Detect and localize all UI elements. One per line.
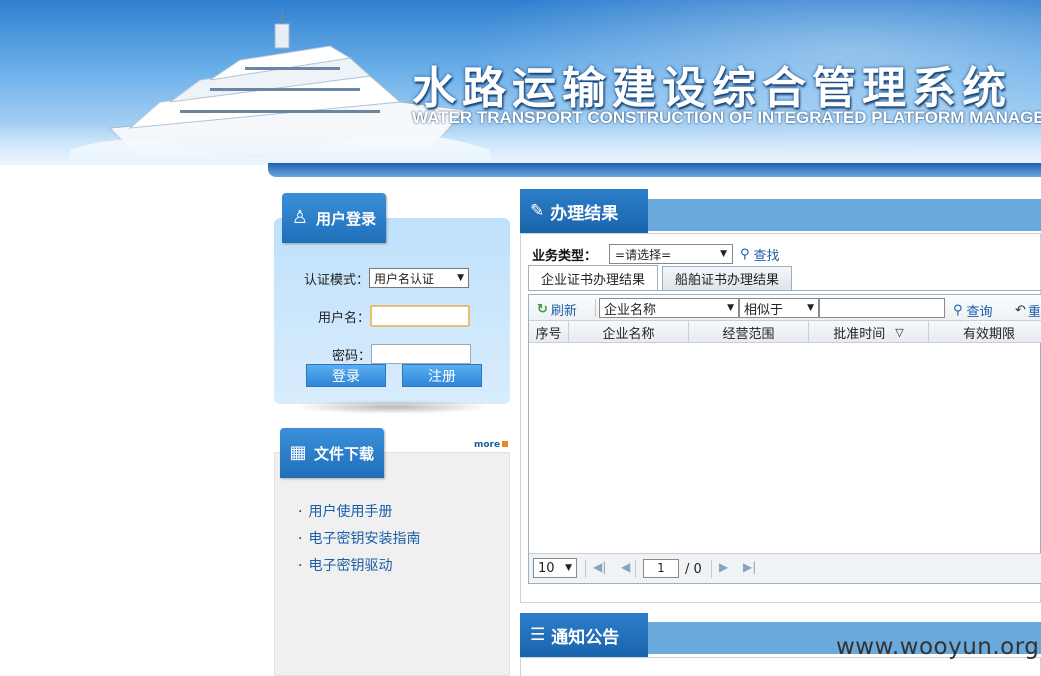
find-button-label: 查找 [753,249,780,264]
bullet: · [298,558,303,574]
login-button[interactable]: 登录 [306,364,386,387]
chevron-down-icon: ▼ [720,249,728,259]
approval-time-label: 批准时间 [833,326,886,342]
business-type-select[interactable]: =请选择= ▼ [609,244,734,264]
result-tabs: 企业证书办理结果 船舶证书办理结果 [528,265,796,291]
chevron-down-icon: ▼ [727,303,734,313]
user-icon: ♙ [291,207,309,228]
refresh-button[interactable]: ↻ 刷新 [537,300,577,319]
auth-mode-value: 用户名认证 [374,271,435,286]
clipboard-icon: ☰ [530,625,546,645]
chevron-down-icon: ▼ [565,563,572,573]
search-icon: ⚲ [953,303,963,318]
stamp-icon: ✎ [530,201,545,221]
search-field-value: 企业名称 [604,302,657,318]
login-heading-text: 用户登录 [316,209,377,228]
download-item-label: 用户使用手册 [308,504,393,520]
find-button[interactable]: ⚲ 查找 [740,245,780,264]
header-banner: 水路运输建设综合管理系统 WATER TRANSPORT CONSTRUCTIO… [0,0,1041,165]
business-type-row: 业务类型： =请选择= ▼ [532,244,734,264]
query-button[interactable]: ⚲ 查询 [953,301,993,320]
undo-icon: ↶ [1015,303,1026,318]
search-field-select[interactable]: 企业名称 ▼ [599,298,739,318]
login-panel-shadow [292,400,492,414]
password-row: 密码： [332,344,472,364]
operator-select[interactable]: 相似于 ▼ [739,298,819,318]
page-size-value: 10 [538,560,555,576]
column-header-scope[interactable]: 经营范围 [689,321,809,343]
arrow-icon [502,441,509,447]
chevron-down-icon: ▼ [807,303,814,313]
grid-header-row: 序号 企业名称 经营范围 批准时间 ▽ 有效期限 [529,321,1041,343]
results-heading-bar [648,199,1041,231]
page-size-select[interactable]: 10 ▼ [533,558,577,578]
auth-mode-row: 认证模式： 用户名认证 ▼ [304,268,470,288]
business-type-label: 业务类型： [532,248,598,264]
download-item-label: 电子密钥安装指南 [308,531,421,547]
tab-ship-certificates[interactable]: 船舶证书办理结果 [662,266,793,290]
column-header-index[interactable]: 序号 [529,321,569,343]
tab-underline [528,290,1041,291]
bullet: · [298,531,303,547]
username-input[interactable] [370,305,471,327]
last-page-icon[interactable]: ▶| [743,560,756,574]
reset-button[interactable]: ↶ 重 [1015,301,1041,320]
bullet: · [298,504,303,520]
business-type-value: =请选择= [615,247,672,262]
more-link[interactable]: more [474,440,509,450]
query-button-label: 查询 [966,305,993,320]
login-heading: ♙ 用户登录 [282,193,386,243]
page-number-input[interactable]: 1 [643,559,679,578]
download-item[interactable]: · 电子密钥驱动 [298,555,392,575]
results-grid: ↻ 刷新 企业名称 ▼ 相似于 ▼ ⚲ 查询 ↶ 重 序号 企业名称 经营范围 … [528,294,1041,584]
column-header-approval-time[interactable]: 批准时间 ▽ [809,321,929,343]
password-label: 密码： [332,348,372,364]
reset-button-label: 重 [1027,305,1041,320]
auth-mode-label: 认证模式： [304,272,370,288]
grid-pager: 10 ▼ ◀| ◀ 1 / 0 ▶ ▶| [529,553,1041,583]
column-header-validity[interactable]: 有效期限 [929,321,1041,343]
downloads-heading-text: 文件下载 [314,444,375,463]
banner-stripe [268,163,1041,177]
auth-mode-select[interactable]: 用户名认证 ▼ [369,268,470,288]
keyword-input[interactable] [819,298,945,318]
downloads-heading: ▦ 文件下载 [280,428,384,478]
next-page-icon[interactable]: ▶ [719,560,728,574]
tab-enterprise-certificates[interactable]: 企业证书办理结果 [528,265,659,291]
prev-page-icon[interactable]: ◀ [621,560,630,574]
system-title: 水路运输建设综合管理系统 [412,63,1012,114]
page-total: / 0 [685,562,702,577]
results-heading: ✎ 办理结果 [520,189,648,240]
toolbar-divider [595,299,596,317]
refresh-icon: ↻ [537,302,548,317]
first-page-icon[interactable]: ◀| [593,560,606,574]
notices-heading-text: 通知公告 [551,627,620,648]
watermark: www.wooyun.org [836,634,1040,660]
notices-heading: ☰ 通知公告 [520,613,648,664]
chevron-down-icon: ▼ [457,273,465,283]
pager-divider [635,560,636,578]
grid-toolbar: ↻ 刷新 企业名称 ▼ 相似于 ▼ ⚲ 查询 ↶ 重 [529,295,1041,321]
password-input[interactable] [371,344,472,364]
download-item-label: 电子密钥驱动 [308,558,393,574]
book-icon: ▦ [289,442,307,463]
sort-down-icon[interactable]: ▽ [895,326,903,339]
banner-wave [0,125,1041,165]
operator-value: 相似于 [744,302,784,318]
refresh-label: 刷新 [550,304,577,319]
pager-divider [711,560,712,578]
username-label: 用户名： [318,310,371,326]
results-heading-text: 办理结果 [550,203,619,224]
more-link-text: more [474,440,501,450]
register-button[interactable]: 注册 [402,364,482,387]
search-icon: ⚲ [740,247,750,262]
column-header-company[interactable]: 企业名称 [569,321,689,343]
pager-divider [585,560,586,578]
download-item[interactable]: · 电子密钥安装指南 [298,528,420,548]
username-row: 用户名： [318,305,471,327]
download-item[interactable]: · 用户使用手册 [298,501,392,521]
